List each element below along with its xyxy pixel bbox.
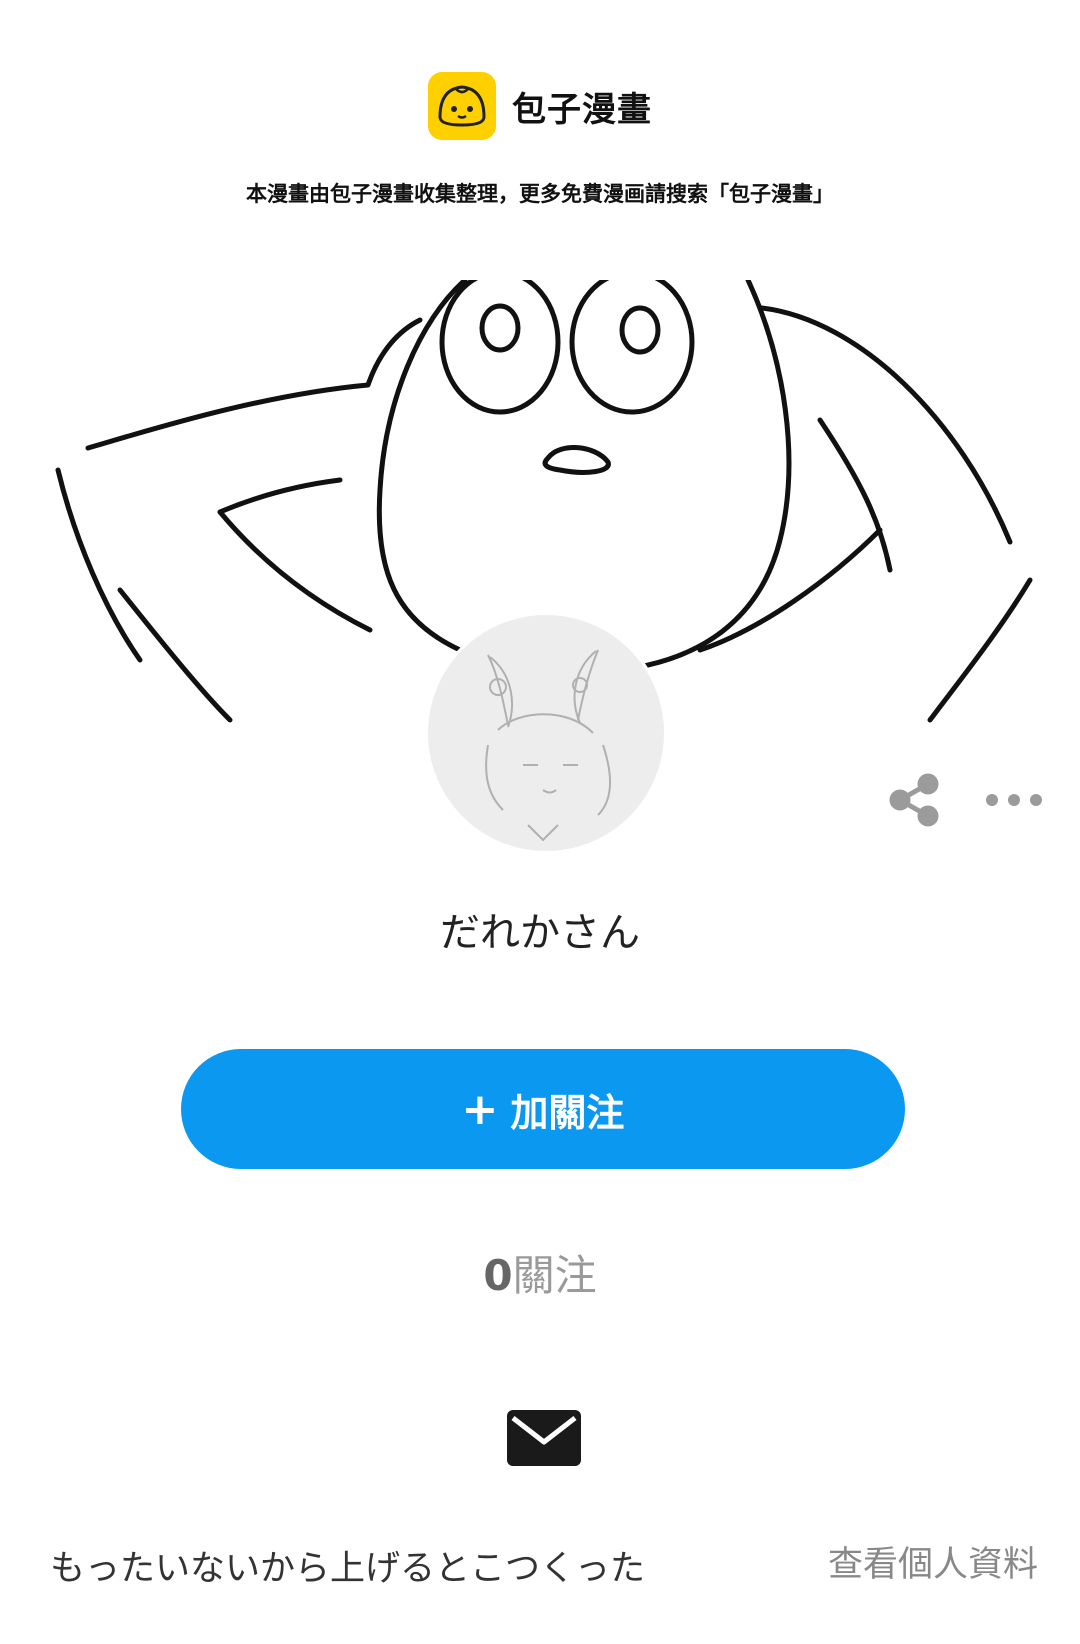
- share-icon[interactable]: [886, 772, 942, 828]
- mail-icon[interactable]: [507, 1410, 581, 1466]
- follow-button-label: 加關注: [510, 1090, 625, 1135]
- profile-bio: もったいないから上げるとこつくった: [50, 1549, 646, 1589]
- follow-button[interactable]: + 加關注: [181, 1049, 905, 1169]
- follow-count-label: 關注: [512, 1251, 597, 1300]
- view-profile-link[interactable]: 查看個人資料: [828, 1536, 1038, 1587]
- brand-name: 包子漫畫: [512, 89, 652, 130]
- bun-logo-icon: [428, 72, 496, 140]
- plus-icon: +: [461, 1083, 499, 1135]
- follow-count-value: 0: [483, 1251, 513, 1300]
- more-icon[interactable]: [982, 782, 1046, 818]
- avatar[interactable]: [425, 612, 667, 854]
- source-notice: 本漫畫由包子漫畫收集整理，更多免費漫画請搜索「包子漫畫」: [246, 182, 834, 206]
- profile-name: だれかさん: [440, 910, 640, 956]
- brand-header: 包子漫畫: [0, 72, 1080, 140]
- follow-count: 0關注: [0, 1242, 1080, 1303]
